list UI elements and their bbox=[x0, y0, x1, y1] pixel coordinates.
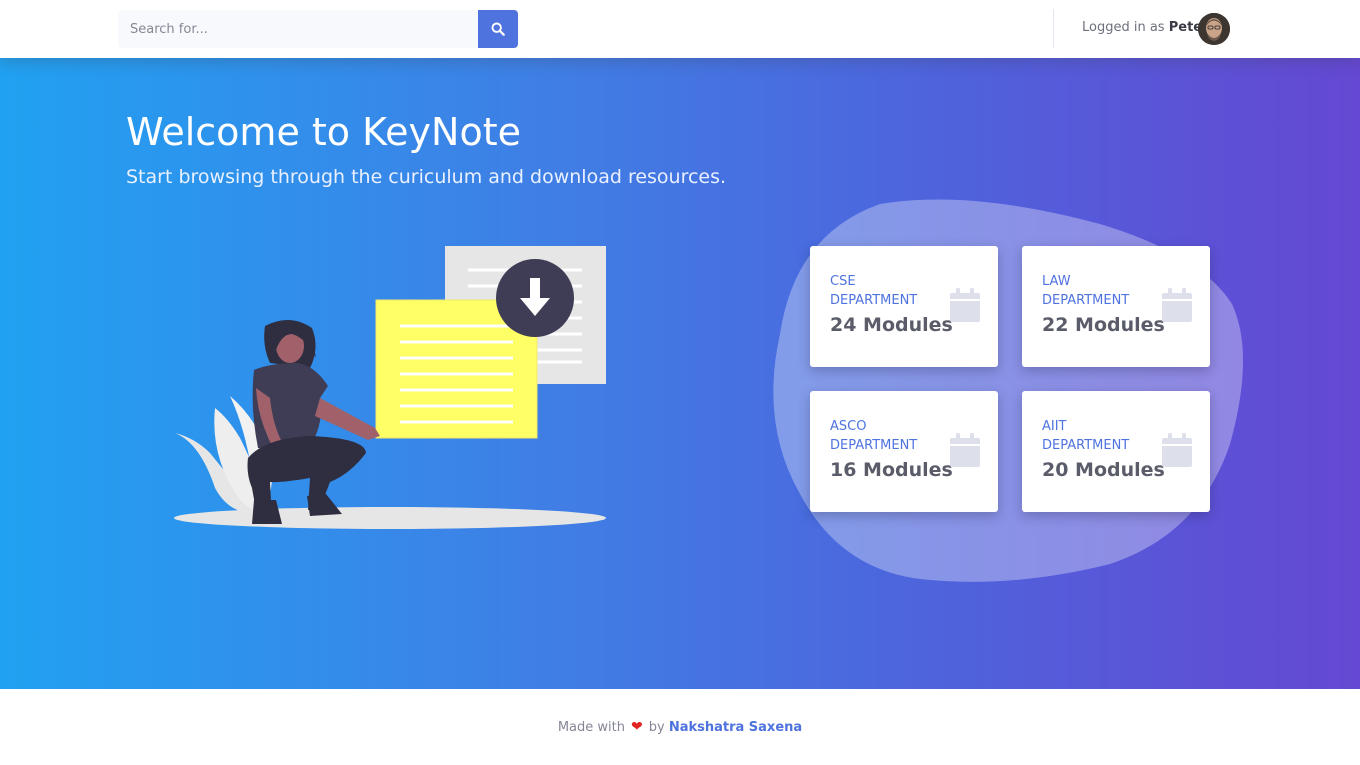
calendar-icon bbox=[950, 433, 980, 467]
search-input[interactable] bbox=[118, 10, 478, 48]
footer-by: by bbox=[648, 720, 665, 735]
search-icon bbox=[491, 22, 505, 36]
department-name-line1: LAW bbox=[1042, 274, 1071, 289]
footer-made-with: Made with bbox=[557, 720, 625, 735]
search-button[interactable] bbox=[478, 10, 518, 48]
calendar-icon bbox=[950, 288, 980, 322]
author-link[interactable]: Nakshatra Saxena bbox=[669, 720, 802, 735]
department-name: AIIT DEPARTMENT bbox=[1042, 417, 1152, 455]
department-name-line2: DEPARTMENT bbox=[1042, 438, 1130, 453]
page-subtitle: Start browsing through the curiculum and… bbox=[126, 166, 727, 188]
department-card-law[interactable]: LAW DEPARTMENT 22 Modules bbox=[1022, 246, 1210, 367]
module-count: 16 Modules bbox=[830, 459, 953, 481]
calendar-icon bbox=[1162, 433, 1192, 467]
footer: Made with ❤ by Nakshatra Saxena bbox=[0, 689, 1360, 765]
department-name-line1: CSE bbox=[830, 274, 856, 289]
department-card-cse[interactable]: CSE DEPARTMENT 24 Modules bbox=[810, 246, 998, 367]
department-name: ASCO DEPARTMENT bbox=[830, 417, 940, 455]
search-form bbox=[118, 10, 518, 48]
footer-credit: Made with ❤ by Nakshatra Saxena bbox=[0, 719, 1360, 735]
user-prefix: Logged in as bbox=[1082, 20, 1165, 35]
department-name: LAW DEPARTMENT bbox=[1042, 272, 1152, 310]
department-name-line2: DEPARTMENT bbox=[830, 438, 918, 453]
module-count: 20 Modules bbox=[1042, 459, 1165, 481]
module-count: 24 Modules bbox=[830, 314, 953, 336]
department-name-line2: DEPARTMENT bbox=[830, 293, 918, 308]
hero-section: Welcome to KeyNote Start browsing throug… bbox=[0, 58, 1360, 689]
department-name: CSE DEPARTMENT bbox=[830, 272, 940, 310]
download-illustration bbox=[174, 246, 606, 529]
top-navbar: Logged in as Peter bbox=[0, 0, 1360, 58]
module-count: 22 Modules bbox=[1042, 314, 1165, 336]
department-name-line1: ASCO bbox=[830, 419, 867, 434]
department-card-aiit[interactable]: AIIT DEPARTMENT 20 Modules bbox=[1022, 391, 1210, 512]
department-card-asco[interactable]: ASCO DEPARTMENT 16 Modules bbox=[810, 391, 998, 512]
department-name-line1: AIIT bbox=[1042, 419, 1067, 434]
user-dropdown[interactable]: Logged in as Peter bbox=[1082, 20, 1209, 35]
page-title: Welcome to KeyNote bbox=[126, 110, 521, 154]
avatar[interactable] bbox=[1198, 13, 1230, 45]
avatar-image bbox=[1198, 13, 1230, 45]
heart-icon: ❤ bbox=[630, 719, 643, 735]
topbar-divider bbox=[1053, 9, 1054, 48]
calendar-icon bbox=[1162, 288, 1192, 322]
department-name-line2: DEPARTMENT bbox=[1042, 293, 1130, 308]
